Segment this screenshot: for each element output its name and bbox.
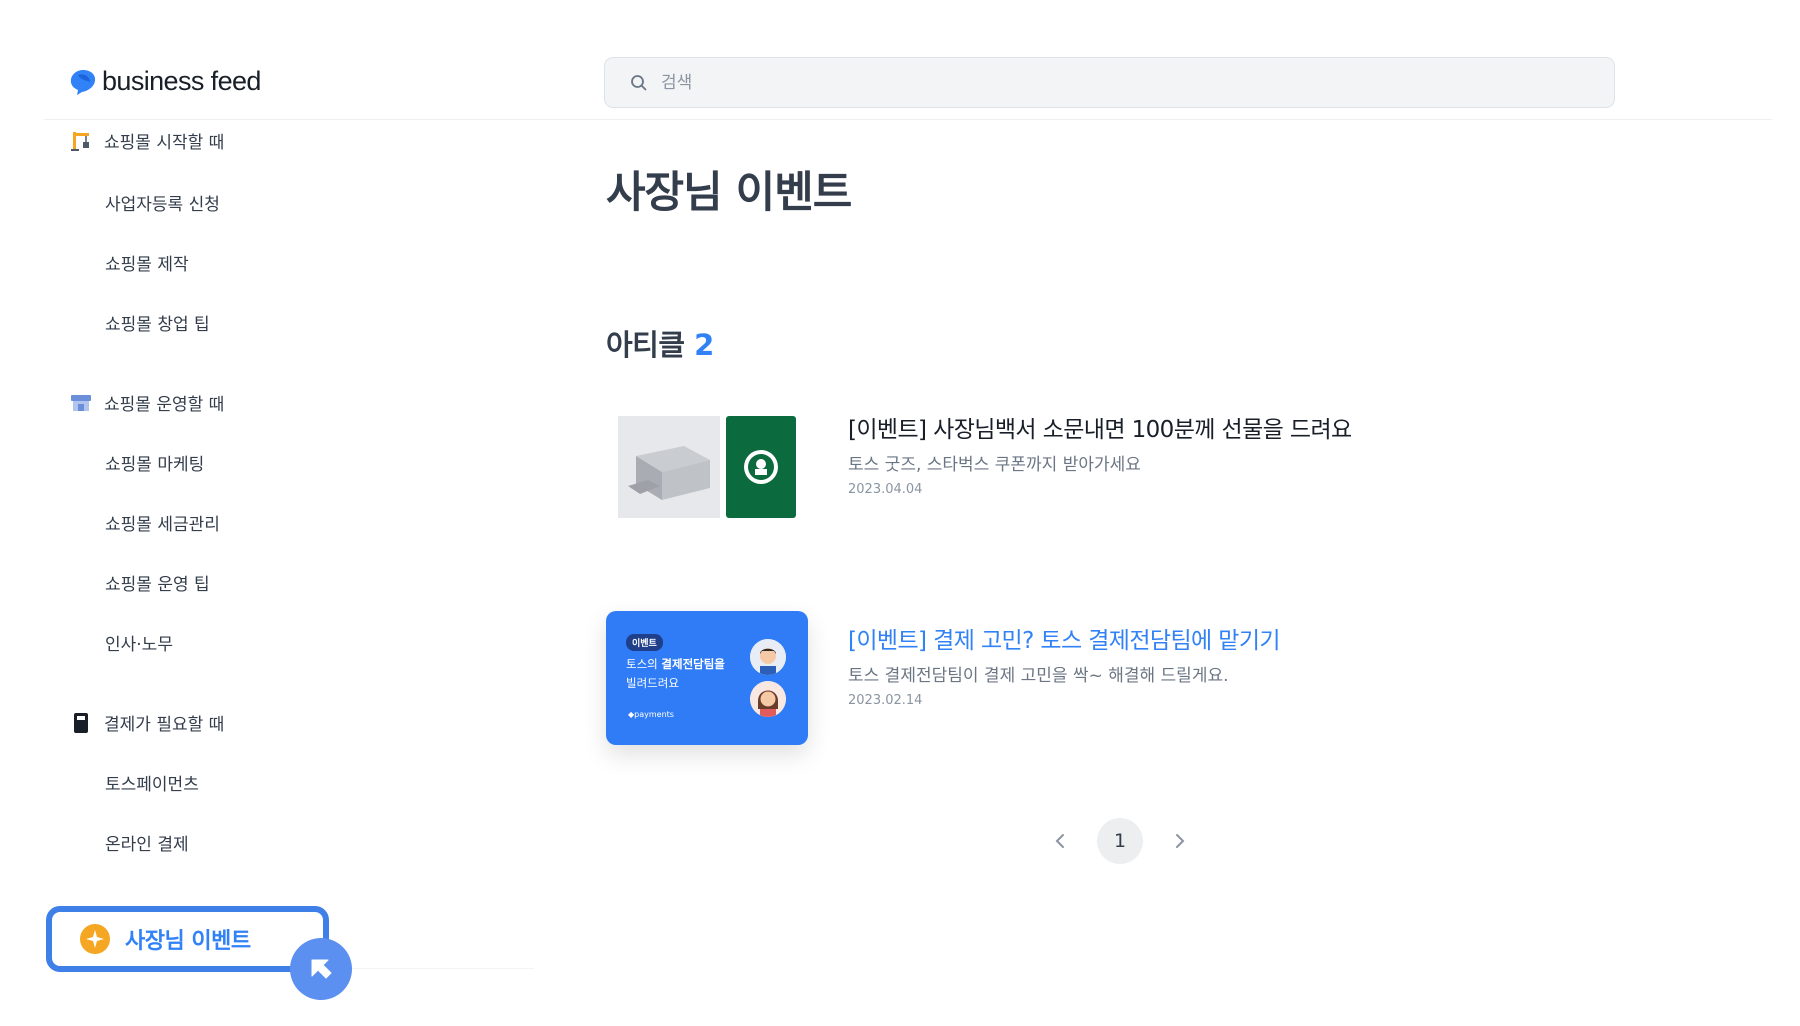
pagination-page-current[interactable]: 1 (1097, 818, 1143, 864)
thumbnail-text: 토스의 결제전담팀을 빌려드려요 (626, 655, 746, 693)
search-input[interactable] (661, 72, 1561, 93)
page-title: 사장님 이벤트 (606, 168, 852, 218)
sidebar-category-label: 쇼핑몰 운영할 때 (104, 395, 225, 415)
sidebar-item-owner-events[interactable]: 사장님 이벤트 (46, 906, 329, 972)
article-count: 2 (694, 328, 714, 362)
sidebar-category-label: 쇼핑몰 시작할 때 (104, 133, 225, 153)
woman-avatar-icon (750, 681, 786, 717)
star-icon (80, 924, 110, 954)
sidebar-item-tax[interactable]: 쇼핑몰 세금관리 (105, 510, 220, 535)
sidebar-item-tosspayments[interactable]: 토스페이먼츠 (105, 770, 199, 795)
pagination: 1 (1045, 818, 1195, 864)
section-label: 아티클 (606, 328, 685, 362)
article-title[interactable]: [이벤트] 결제 고민? 토스 결제전담팀에 맡기기 (848, 621, 1281, 655)
store-icon (70, 392, 92, 414)
man-avatar-icon (750, 639, 786, 675)
sidebar-item-marketing[interactable]: 쇼핑몰 마케팅 (105, 450, 204, 475)
thumbnail-brand: ◆payments (628, 710, 674, 719)
sidebar-category-start[interactable]: 쇼핑몰 시작할 때 (70, 128, 224, 153)
pointer-cursor-icon (290, 938, 352, 1000)
gift-box-image (618, 416, 720, 518)
search-icon (631, 74, 647, 90)
sidebar-item-online-payment[interactable]: 온라인 결제 (105, 830, 189, 855)
article-description: 토스 굿즈, 스타벅스 쿠폰까지 받아가세요 (848, 455, 1141, 475)
article-card[interactable]: 이벤트 토스의 결제전담팀을 빌려드려요 ◆payments [이벤트] 결제 … (606, 611, 1606, 745)
sidebar-divider (329, 968, 534, 969)
sidebar-category-operate[interactable]: 쇼핑몰 운영할 때 (70, 390, 224, 415)
sidebar-category-payment[interactable]: 결제가 필요할 때 (70, 710, 224, 735)
sidebar-item-hr-labor[interactable]: 인사·노무 (105, 630, 173, 655)
article-thumbnail[interactable] (606, 404, 808, 538)
article-title[interactable]: [이벤트] 사장님백서 소문내면 100분께 선물을 드려요 (848, 410, 1352, 444)
article-card[interactable]: [이벤트] 사장님백서 소문내면 100분께 선물을 드려요 토스 굿즈, 스타… (606, 404, 1606, 538)
chevron-right-icon[interactable] (1165, 826, 1195, 856)
sidebar-category-label: 결제가 필요할 때 (104, 715, 225, 735)
thumbnail-tag: 이벤트 (626, 634, 663, 651)
page: business feed 쇼핑몰 시작할 때 사업자등록 신청 쇼핑몰 제 (0, 0, 1800, 1026)
sidebar-item-operation-tips[interactable]: 쇼핑몰 운영 팁 (105, 570, 210, 595)
article-description: 토스 결제전담팀이 결제 고민을 싹~ 해결해 드릴게요. (848, 666, 1229, 686)
sidebar-item-startup-tips[interactable]: 쇼핑몰 창업 팁 (105, 310, 210, 335)
coupon-card-image (726, 416, 796, 518)
search-bar[interactable] (604, 57, 1615, 108)
sidebar: 쇼핑몰 시작할 때 사업자등록 신청 쇼핑몰 제작 쇼핑몰 창업 팁 쇼핑몰 운… (0, 0, 560, 1026)
sidebar-item-mall-build[interactable]: 쇼핑몰 제작 (105, 250, 189, 275)
chevron-left-icon[interactable] (1045, 826, 1075, 856)
section-title: 아티클 2 (606, 322, 714, 364)
sidebar-item-business-registration[interactable]: 사업자등록 신청 (105, 190, 220, 215)
thumbnail-text-line2: 빌려드려요 (626, 676, 679, 690)
article-date: 2023.04.04 (848, 482, 923, 497)
thumbnail-text-bold: 결제전담팀을 (661, 657, 725, 671)
article-date: 2023.02.14 (848, 693, 923, 708)
sidebar-active-label: 사장님 이벤트 (125, 929, 251, 954)
crane-icon (70, 130, 92, 152)
thumbnail-text-plain: 토스의 (626, 657, 662, 671)
article-thumbnail[interactable]: 이벤트 토스의 결제전담팀을 빌려드려요 ◆payments (606, 611, 808, 745)
terminal-icon (70, 712, 92, 734)
